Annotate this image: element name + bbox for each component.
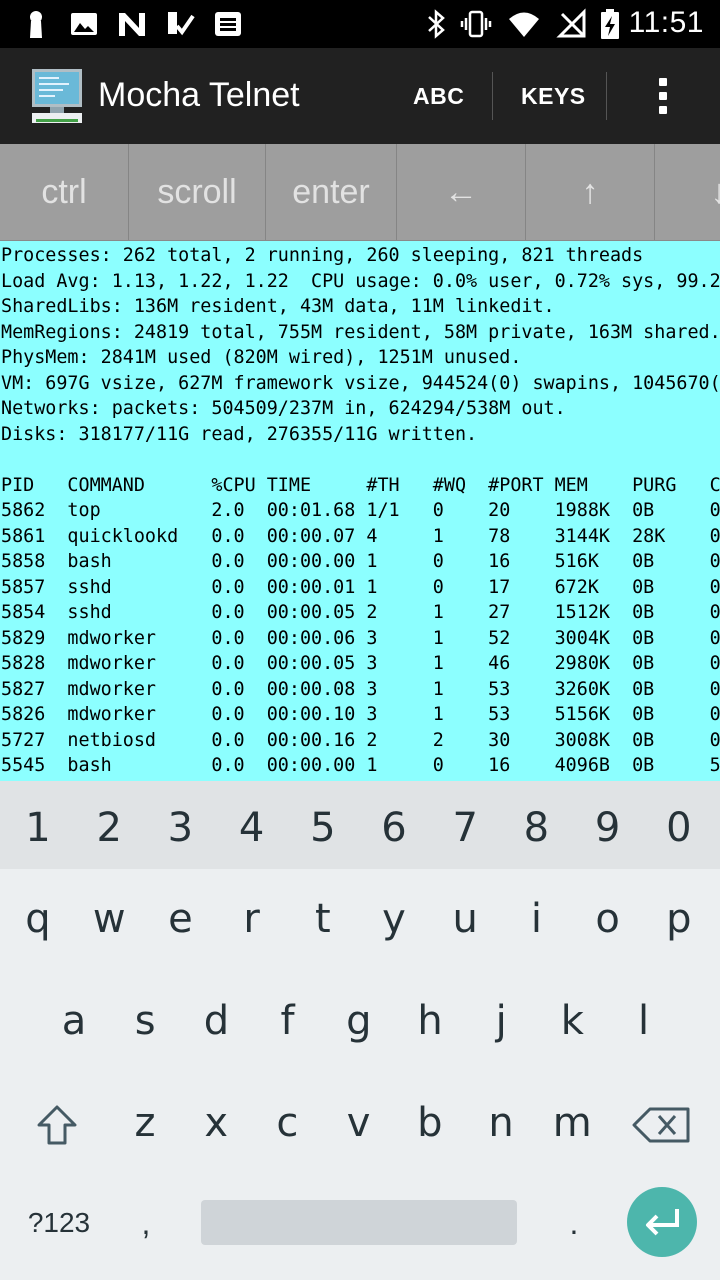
key-w[interactable]: w [73,869,145,969]
key-g[interactable]: g [323,971,395,1071]
terminal-line: 5827 mdworker 0.0 00:00.08 3 1 53 3260K … [1,678,720,700]
more-vert-icon[interactable] [648,76,678,116]
key-p[interactable]: p [643,869,715,969]
enter-key[interactable] [627,1187,697,1257]
enter-strip-key[interactable]: enter [266,144,397,240]
shift-icon[interactable] [22,1103,92,1147]
terminal-line: Processes: 262 total, 2 running, 260 sle… [1,245,644,266]
terminal-line: Load Avg: 1.13, 1.22, 1.22 CPU usage: 0.… [1,270,720,292]
terminal-line: Disks: 318177/11G read, 276355/11G writt… [1,423,478,445]
battery-charging-icon [601,9,619,39]
terminal-line: 5854 sshd 0.0 00:00.05 2 1 27 1512K 0B 0… [1,602,720,623]
key-i[interactable]: i [500,869,572,969]
terminal-line: PhysMem: 2841M used (820M wired), 1251M … [1,347,522,368]
terminal-line: Networks: packets: 504509/237M in, 62429… [1,398,566,419]
key-7[interactable]: 7 [429,781,501,869]
key-3[interactable]: 3 [144,781,216,869]
number-row: 1234567890 [0,781,720,869]
key-u[interactable]: u [429,869,501,969]
key-n[interactable]: n [465,1073,537,1173]
key-4[interactable]: 4 [216,781,288,869]
key-y[interactable]: y [358,869,430,969]
key-2[interactable]: 2 [73,781,145,869]
special-keys-strip: ctrl scroll enter ← ↑ ↓ [0,144,720,241]
arrow-up-key[interactable]: ↑ [526,144,655,240]
key-5[interactable]: 5 [287,781,359,869]
keys-button[interactable]: KEYS [521,48,586,144]
terminal-line: 5861 quicklookd 0.0 00:00.07 4 1 78 3144… [1,525,720,547]
clock: 11:51 [628,6,704,39]
key-l[interactable]: l [608,971,680,1071]
key-0[interactable]: 0 [643,781,715,869]
period-key[interactable]: . [546,1173,602,1273]
soft-keyboard: 1234567890 qwertyuiop asdfghjkl zxcvbnm ?1… [0,781,720,1280]
app-title: Mocha Telnet [98,76,300,114]
terminal-line: 5828 mdworker 0.0 00:00.05 3 1 46 2980K … [1,653,720,674]
key-q[interactable]: q [2,869,74,969]
backspace-icon[interactable] [626,1103,696,1147]
key-e[interactable]: e [144,869,216,969]
key-j[interactable]: j [465,971,537,1071]
vibrate-icon [460,10,492,38]
terminal-lines: Processes: 262 total, 2 running, 260 sle… [1,243,720,779]
scroll-key[interactable]: scroll [129,144,266,240]
terminal-line: 5727 netbiosd 0.0 00:00.16 2 2 30 3008K … [1,729,720,751]
key-k[interactable]: k [536,971,608,1071]
key-s[interactable]: s [109,971,181,1071]
terminal-line: 5858 bash 0.0 00:00.00 1 0 16 516K 0B 0B [1,551,720,572]
key-b[interactable]: b [394,1073,466,1173]
message-icon [215,12,241,36]
status-bar: 11:51 [0,0,720,48]
action-divider [492,72,493,120]
symbols-key[interactable]: ?123 [14,1173,104,1273]
image-icon [71,13,97,35]
terminal-line: 5545 bash 0.0 00:00.00 1 0 16 4096B 0B 5… [1,755,720,776]
n-icon [119,13,145,36]
key-d[interactable]: d [180,971,252,1071]
key-x[interactable]: x [180,1073,252,1173]
key-v[interactable]: v [323,1073,395,1173]
key-a[interactable]: a [38,971,110,1071]
space-bar[interactable] [201,1200,517,1245]
key-z[interactable]: z [109,1073,181,1173]
action-divider [606,72,607,120]
keyhole-icon [30,11,42,38]
key-m[interactable]: m [536,1073,608,1173]
terminal-line: 5829 mdworker 0.0 00:00.06 3 1 52 3004K … [1,627,720,649]
comma-key[interactable]: , [118,1173,174,1273]
no-sim-icon [556,8,586,38]
terminal-line: MemRegions: 24819 total, 755M resident, … [1,321,720,343]
terminal-output[interactable]: Processes: 262 total, 2 running, 260 sle… [0,241,720,781]
app-logo-icon [32,69,82,123]
arrow-down-key[interactable]: ↓ [655,144,720,240]
terminal-line: PID COMMAND %CPU TIME #TH #WQ #PORT MEM … [1,474,720,496]
app-bar: Mocha Telnet ABC KEYS [0,48,720,144]
terminal-line: 5862 top 2.0 00:01.68 1/1 0 20 1988K 0B … [1,500,720,521]
bluetooth-icon [428,9,445,39]
terminal-line: 5857 sshd 0.0 00:00.01 1 0 17 672K 0B 0B [1,576,720,598]
ctrl-key[interactable]: ctrl [0,144,129,240]
key-t[interactable]: t [287,869,359,969]
key-o[interactable]: o [572,869,644,969]
key-r[interactable]: r [216,869,288,969]
key-1[interactable]: 1 [2,781,74,869]
arrow-left-key[interactable]: ← [397,144,526,240]
enter-icon [646,1209,679,1236]
key-f[interactable]: f [252,971,324,1071]
key-8[interactable]: 8 [500,781,572,869]
checkmark-icon [168,12,195,36]
key-6[interactable]: 6 [358,781,430,869]
terminal-line: VM: 697G vsize, 627M framework vsize, 94… [1,372,720,394]
key-h[interactable]: h [394,971,466,1071]
wifi-icon [509,12,539,37]
abc-button[interactable]: ABC [413,48,464,144]
terminal-line: 5826 mdworker 0.0 00:00.10 3 1 53 5156K … [1,704,720,725]
key-c[interactable]: c [251,1073,323,1173]
key-9[interactable]: 9 [572,781,644,869]
terminal-line: SharedLibs: 136M resident, 43M data, 11M… [1,296,555,317]
